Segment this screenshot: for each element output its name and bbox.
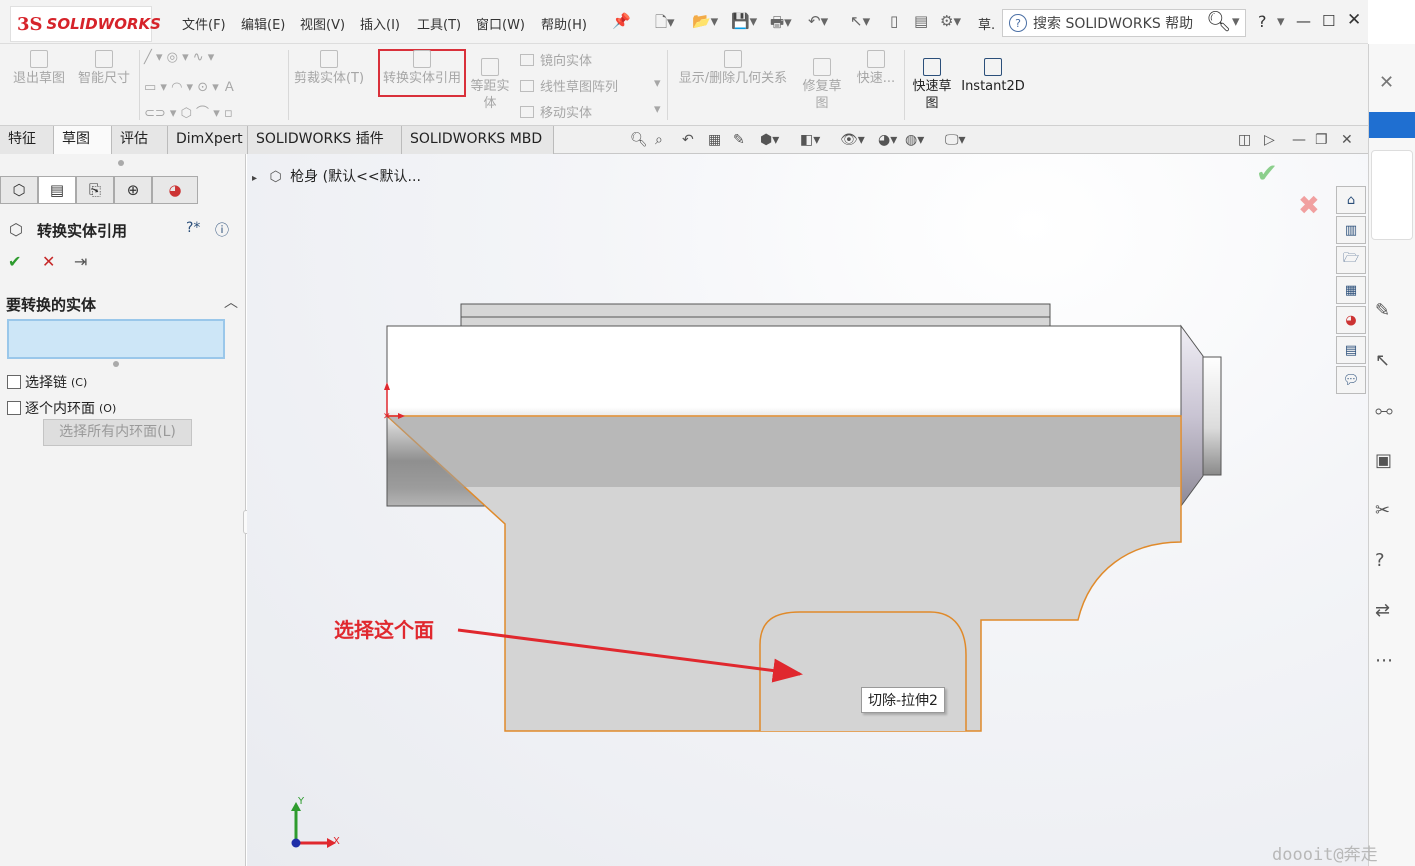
feature-tree-flyout[interactable]: ▸ ⬡ 枪身 (默认<<默认... — [252, 166, 421, 186]
sliders-icon[interactable]: ⧟ — [1375, 400, 1393, 421]
design-library-icon[interactable]: ▥ — [1336, 216, 1366, 244]
nose-cone[interactable] — [1180, 324, 1204, 508]
part-icon: ⬡ — [269, 169, 282, 185]
side-card — [1371, 150, 1413, 240]
pointer-icon[interactable]: ↖ — [1375, 350, 1390, 371]
custom-properties-icon[interactable]: ▤ — [1336, 336, 1366, 364]
triad-x-label: X — [333, 836, 340, 847]
more-options-icon[interactable]: ⋯ — [1375, 650, 1393, 671]
confirm-cancel-icon[interactable]: ✖ — [1298, 191, 1320, 221]
confirm-ok-icon[interactable]: ✔ — [1256, 159, 1278, 189]
triad-z-axis — [291, 838, 301, 848]
annotation-text: 选择这个面 — [334, 618, 434, 642]
solidworks-window: 3S SOLIDWORKS 文件(F) 编辑(E) 视图(V) 插入(I) 工具… — [0, 0, 1415, 866]
image-icon[interactable]: ▣ — [1375, 450, 1392, 471]
view-palette-icon[interactable]: ▦ — [1336, 276, 1366, 304]
translate-icon[interactable]: ⇄ — [1375, 600, 1390, 621]
svg-text:✕: ✕ — [383, 412, 391, 422]
file-explorer-icon[interactable]: 🗁 — [1336, 246, 1366, 274]
tools-icon[interactable]: ✂ — [1375, 500, 1390, 521]
triad-y-label: Y — [298, 796, 305, 807]
feature-tooltip: 切除-拉伸2 — [861, 687, 945, 713]
side-close-icon[interactable]: ✕ — [1379, 72, 1394, 93]
part-name: 枪身 (默认<<默认... — [290, 169, 421, 185]
muzzle-tip[interactable] — [1202, 356, 1222, 476]
part-model-drawing: ✕ ✔ ✖ — [291, 159, 1320, 848]
watermark: doooit@奔走 — [1272, 845, 1378, 865]
pen-icon[interactable]: ✎ — [1375, 300, 1390, 321]
appearances-icon[interactable]: ◕ — [1336, 306, 1366, 334]
help-circle-side-icon[interactable]: ? — [1375, 550, 1385, 571]
tree-expand-icon[interactable]: ▸ — [252, 173, 257, 184]
forum-icon[interactable]: 💬︎ — [1336, 366, 1366, 394]
solidworks-resources-home-icon[interactable]: ⌂ — [1336, 186, 1366, 214]
side-share-button[interactable] — [1369, 112, 1415, 138]
side-app-strip: ✕ ✎ ↖ ⧟ ▣ ✂ ? ⇄ ⋯ — [1368, 44, 1415, 866]
